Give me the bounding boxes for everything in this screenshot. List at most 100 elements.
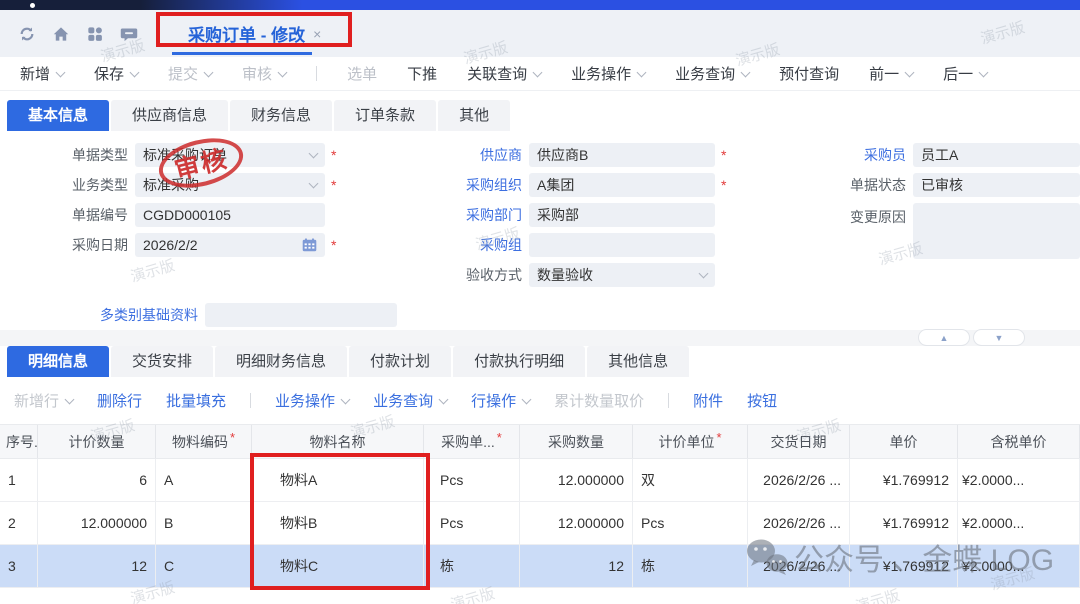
cell-purchase-qty[interactable]: 12 bbox=[520, 545, 633, 587]
cell-material-name[interactable]: 物料C bbox=[252, 545, 424, 587]
table-row[interactable]: 2 12.000000 B 物料B Pcs 12.000000 Pcs 2026… bbox=[0, 502, 1080, 545]
message-icon[interactable] bbox=[118, 23, 140, 45]
row-operation-button[interactable]: 行操作 bbox=[471, 390, 530, 411]
table-row[interactable]: 1 6 A 物料A Pcs 12.000000 双 2026/2/26 ... … bbox=[0, 459, 1080, 502]
purchase-org-link-label[interactable]: 采购组织 bbox=[400, 175, 522, 195]
cell-delivery-date[interactable]: 2026/2/26 ... bbox=[748, 502, 850, 544]
related-query-button[interactable]: 关联查询 bbox=[467, 63, 541, 84]
cell-pricing-qty[interactable]: 12.000000 bbox=[38, 502, 156, 544]
add-row-button[interactable]: 新增行 bbox=[14, 390, 73, 411]
sync-icon[interactable] bbox=[16, 23, 38, 45]
cell-pricing-qty[interactable]: 6 bbox=[38, 459, 156, 501]
business-query-button[interactable]: 业务查询 bbox=[675, 63, 749, 84]
table-row-selected[interactable]: 3 12 C 物料C 栋 12 栋 2026/2/26 ... ¥1.76991… bbox=[0, 545, 1080, 588]
apps-grid-icon[interactable] bbox=[84, 23, 106, 45]
col-purchase-qty[interactable]: 采购数量 bbox=[520, 425, 633, 458]
tab-close-icon[interactable]: × bbox=[313, 26, 321, 42]
new-button[interactable]: 新增 bbox=[20, 63, 64, 84]
row-business-query-button[interactable]: 业务查询 bbox=[373, 390, 447, 411]
cumulative-qty-pricing-button[interactable]: 累计数量取价 bbox=[554, 390, 644, 411]
collapse-down-button[interactable]: ▼ bbox=[973, 329, 1025, 346]
cell-pricing-qty[interactable]: 12 bbox=[38, 545, 156, 587]
cell-tax-price[interactable]: ¥2.0000... bbox=[958, 545, 1080, 587]
col-pricing-qty[interactable]: 计价数量 bbox=[38, 425, 156, 458]
cell-tax-price[interactable]: ¥2.0000... bbox=[958, 502, 1080, 544]
change-reason-textarea[interactable] bbox=[913, 203, 1080, 259]
cell-material-code[interactable]: B bbox=[156, 502, 252, 544]
accept-mode-select[interactable]: 数量验收 bbox=[529, 263, 715, 287]
multi-base-link-label[interactable]: 多类别基础资料 bbox=[0, 305, 198, 325]
doc-no-input[interactable]: CGDD000105 bbox=[135, 203, 325, 227]
cell-purchase-unit[interactable]: Pcs bbox=[424, 502, 520, 544]
purchase-org-input[interactable]: A集团 bbox=[529, 173, 715, 197]
col-material-code[interactable]: 物料编码* bbox=[156, 425, 252, 458]
document-tab[interactable]: 采购订单 - 修改 × bbox=[188, 21, 321, 46]
tab-supplier-info[interactable]: 供应商信息 bbox=[111, 100, 228, 131]
col-unit-price[interactable]: 单价 bbox=[850, 425, 958, 458]
col-pricing-unit[interactable]: 计价单位* bbox=[633, 425, 748, 458]
cell-purchase-qty[interactable]: 12.000000 bbox=[520, 502, 633, 544]
cell-pricing-unit[interactable]: 双 bbox=[633, 459, 748, 501]
cell-material-code[interactable]: A bbox=[156, 459, 252, 501]
purchase-group-input[interactable] bbox=[529, 233, 715, 257]
prepay-query-button[interactable]: 预付查询 bbox=[779, 63, 839, 84]
purchase-group-link-label[interactable]: 采购组 bbox=[400, 235, 522, 255]
collapse-up-button[interactable]: ▲ bbox=[918, 329, 970, 346]
tab-detail-finance[interactable]: 明细财务信息 bbox=[215, 346, 347, 377]
cell-unit-price[interactable]: ¥1.769912 bbox=[850, 459, 958, 501]
cell-material-name[interactable]: 物料A bbox=[252, 459, 424, 501]
calendar-icon[interactable] bbox=[302, 238, 317, 252]
col-purchase-unit[interactable]: 采购单...* bbox=[424, 425, 520, 458]
cell-material-code[interactable]: C bbox=[156, 545, 252, 587]
home-icon[interactable] bbox=[50, 23, 72, 45]
tab-order-terms[interactable]: 订单条款 bbox=[334, 100, 436, 131]
tab-detail-info[interactable]: 明细信息 bbox=[7, 346, 109, 377]
cell-unit-price[interactable]: ¥1.769912 bbox=[850, 502, 958, 544]
tab-delivery-schedule[interactable]: 交货安排 bbox=[111, 346, 213, 377]
tab-other[interactable]: 其他 bbox=[438, 100, 510, 131]
batch-fill-button[interactable]: 批量填充 bbox=[166, 390, 226, 411]
row-business-operation-button[interactable]: 业务操作 bbox=[275, 390, 349, 411]
select-doc-button[interactable]: 选单 bbox=[347, 63, 377, 84]
submit-button[interactable]: 提交 bbox=[168, 63, 212, 84]
business-operation-button[interactable]: 业务操作 bbox=[571, 63, 645, 84]
buyer-link-label[interactable]: 采购员 bbox=[790, 145, 906, 165]
tab-finance-info[interactable]: 财务信息 bbox=[230, 100, 332, 131]
cell-tax-price[interactable]: ¥2.0000... bbox=[958, 459, 1080, 501]
save-button[interactable]: 保存 bbox=[94, 63, 138, 84]
cell-purchase-qty[interactable]: 12.000000 bbox=[520, 459, 633, 501]
cell-material-name[interactable]: 物料B bbox=[252, 502, 424, 544]
col-seq[interactable]: 序号... bbox=[0, 425, 38, 458]
doc-status-input[interactable]: 已审核 bbox=[913, 173, 1080, 197]
supplier-input[interactable]: 供应商B bbox=[529, 143, 715, 167]
cell-delivery-date[interactable]: 2026/2/26 ... bbox=[748, 459, 850, 501]
buyer-input[interactable]: 员工A bbox=[913, 143, 1080, 167]
button-button[interactable]: 按钮 bbox=[747, 390, 777, 411]
audit-button[interactable]: 审核 bbox=[242, 63, 286, 84]
delete-row-button[interactable]: 删除行 bbox=[97, 390, 142, 411]
cell-purchase-unit[interactable]: Pcs bbox=[424, 459, 520, 501]
col-material-name[interactable]: 物料名称 bbox=[252, 425, 424, 458]
cell-seq[interactable]: 2 bbox=[0, 502, 38, 544]
cell-seq[interactable]: 3 bbox=[0, 545, 38, 587]
cell-delivery-date[interactable]: 2026/2/26 ... bbox=[748, 545, 850, 587]
previous-button[interactable]: 前一 bbox=[869, 63, 913, 84]
col-tax-price[interactable]: 含税单价 bbox=[958, 425, 1080, 458]
tab-basic-info[interactable]: 基本信息 bbox=[7, 100, 109, 131]
purchase-dept-input[interactable]: 采购部 bbox=[529, 203, 715, 227]
attachment-button[interactable]: 附件 bbox=[693, 390, 723, 411]
purchase-dept-link-label[interactable]: 采购部门 bbox=[400, 205, 522, 225]
multi-base-input[interactable] bbox=[205, 303, 397, 327]
col-delivery-date[interactable]: 交货日期 bbox=[748, 425, 850, 458]
po-date-input[interactable]: 2026/2/2 bbox=[135, 233, 325, 257]
tab-other-info[interactable]: 其他信息 bbox=[587, 346, 689, 377]
cell-unit-price[interactable]: ¥1.769912 bbox=[850, 545, 958, 587]
cell-seq[interactable]: 1 bbox=[0, 459, 38, 501]
next-button[interactable]: 后一 bbox=[943, 63, 987, 84]
cell-purchase-unit[interactable]: 栋 bbox=[424, 545, 520, 587]
tab-payment-plan[interactable]: 付款计划 bbox=[349, 346, 451, 377]
cell-pricing-unit[interactable]: 栋 bbox=[633, 545, 748, 587]
push-down-button[interactable]: 下推 bbox=[407, 63, 437, 84]
cell-pricing-unit[interactable]: Pcs bbox=[633, 502, 748, 544]
supplier-link-label[interactable]: 供应商 bbox=[400, 145, 522, 165]
